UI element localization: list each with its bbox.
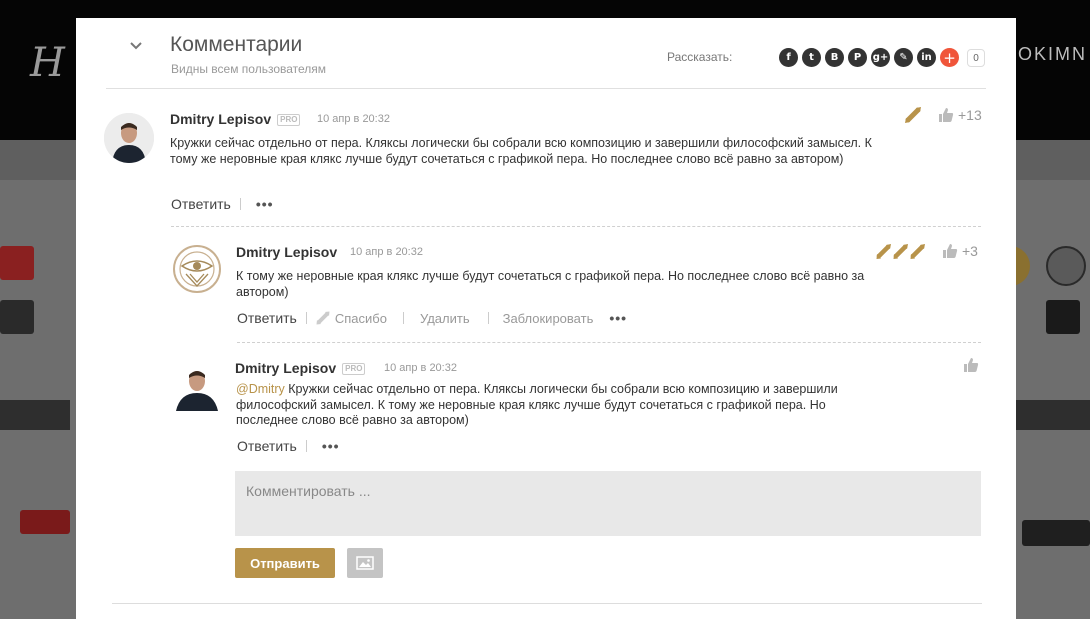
divider [305, 440, 307, 452]
like-button[interactable] [963, 357, 979, 373]
user-photo-icon [104, 113, 154, 163]
background-tile [0, 246, 34, 280]
more-button[interactable]: ••• [609, 310, 627, 326]
comments-header: Комментарии Видны всем пользователям Рас… [106, 18, 986, 89]
collapse-button[interactable] [128, 38, 144, 54]
thumbs-up-icon [939, 108, 954, 122]
divider [305, 312, 307, 324]
divider [171, 226, 981, 227]
user-photo-icon [172, 361, 222, 411]
divider [112, 603, 982, 604]
comment-author[interactable]: Dmitry Lepisov PRO [235, 360, 366, 376]
chevron-down-icon [130, 42, 142, 50]
comment-rating: +13 [904, 106, 982, 124]
author-name: Dmitry Lepisov [235, 360, 337, 376]
score: +13 [958, 107, 982, 123]
google-plus-icon[interactable]: g+ [871, 48, 890, 67]
candy-icon [316, 311, 330, 325]
background-bar [1016, 400, 1090, 430]
twitter-icon[interactable]: t [802, 48, 821, 67]
comment-author[interactable]: Dmitry Lepisov PRO [170, 111, 301, 127]
divider [239, 198, 241, 210]
background-logo: H [30, 40, 65, 86]
like-button[interactable] [938, 107, 954, 123]
comment-author[interactable]: Dmitry Lepisov [236, 244, 337, 260]
comment-actions: Ответить ••• [237, 438, 340, 454]
page-title: Комментарии [170, 33, 303, 56]
score: +3 [962, 243, 978, 259]
candy-icon[interactable] [876, 242, 928, 260]
more-button[interactable]: ••• [256, 196, 274, 212]
background-tile [20, 510, 70, 534]
comment-text: Кружки сейчас отдельно от пера. Кляксы л… [170, 136, 872, 166]
like-button[interactable] [942, 243, 958, 259]
share-count: 0 [967, 49, 985, 67]
comments-modal: Комментарии Видны всем пользователям Рас… [76, 18, 1016, 619]
avatar[interactable] [104, 113, 154, 163]
background-bar [0, 400, 70, 430]
background-tile [1046, 300, 1080, 334]
comment-actions: Ответить ••• [171, 196, 274, 212]
mention-link[interactable]: @Dmitry [236, 382, 285, 396]
pro-badge: PRO [277, 114, 301, 127]
delete-button[interactable]: Удалить [420, 311, 470, 326]
thumbs-up-icon [943, 244, 958, 258]
comment-actions: Ответить Спасибо Удалить Заблокировать •… [237, 310, 627, 326]
share-icons: f t B P g+ ✎ in + [779, 48, 959, 67]
image-icon [356, 556, 374, 570]
facebook-icon[interactable]: f [779, 48, 798, 67]
submit-button[interactable]: Отправить [235, 548, 335, 578]
divider [487, 312, 489, 324]
background-tile [1022, 520, 1090, 546]
comment-rating: +3 [876, 242, 978, 260]
comment-date[interactable]: 10 апр в 20:32 [384, 362, 457, 374]
comment-body: Кружки сейчас отдельно от пера. Кляксы л… [236, 382, 838, 427]
logo-avatar-icon [173, 245, 221, 293]
vkontakte-icon[interactable]: B [825, 48, 844, 67]
thanks-label: Спасибо [334, 310, 387, 326]
background-tile [1046, 246, 1086, 286]
share-label: Рассказать: [667, 50, 733, 64]
livejournal-icon[interactable]: ✎ [894, 48, 913, 67]
divider [237, 342, 981, 343]
thanks-button[interactable]: Спасибо [316, 311, 387, 326]
comment-text: К тому же неровные края клякс лучше буду… [236, 269, 865, 299]
pinterest-icon[interactable]: P [848, 48, 867, 67]
linkedin-icon[interactable]: in [917, 48, 936, 67]
more-button[interactable]: ••• [322, 438, 340, 454]
block-button[interactable]: Заблокировать [503, 311, 594, 326]
comment-date[interactable]: 10 апр в 20:32 [350, 246, 423, 258]
pro-badge: PRO [342, 363, 366, 376]
avatar[interactable] [172, 361, 222, 411]
attach-image-button[interactable] [347, 548, 383, 578]
thumbs-up-icon [964, 358, 979, 372]
comment-date[interactable]: 10 апр в 20:32 [317, 113, 390, 125]
reply-button[interactable]: Ответить [171, 196, 231, 212]
avatar[interactable] [172, 244, 222, 294]
background-tile [0, 300, 34, 334]
reply-button[interactable]: Ответить [237, 438, 297, 454]
comment-text: @Dmitry Кружки сейчас отдельно от пера. … [236, 382, 856, 429]
comment-input[interactable] [235, 471, 981, 536]
author-name: Dmitry Lepisov [170, 111, 272, 127]
divider [402, 312, 404, 324]
background-logo-right: OKIMN [1018, 44, 1088, 64]
comment-rating [963, 357, 979, 373]
candy-icon[interactable] [904, 106, 922, 124]
reply-button[interactable]: Ответить [237, 310, 297, 326]
page-subtitle: Видны всем пользователям [171, 62, 327, 76]
more-share-icon[interactable]: + [940, 48, 959, 67]
